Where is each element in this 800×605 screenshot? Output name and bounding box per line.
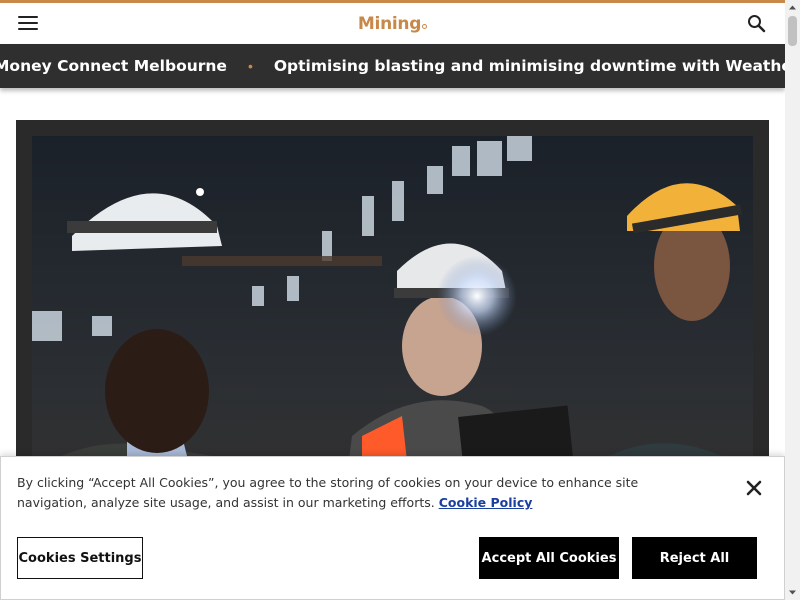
close-icon[interactable]: [745, 479, 763, 497]
logo-text: Mining: [357, 13, 422, 34]
cookie-banner-text: By clicking “Accept All Cookies”, you ag…: [17, 473, 707, 513]
ticker-separator: •: [247, 58, 253, 74]
accept-all-cookies-button[interactable]: Accept All Cookies: [479, 537, 619, 579]
site-logo[interactable]: Mining: [357, 13, 428, 34]
cookie-policy-link[interactable]: Cookie Policy: [439, 495, 533, 510]
news-ticker: Money Connect Melbourne • Optimising bla…: [0, 44, 785, 88]
site-header: Mining: [0, 3, 785, 44]
cookie-banner: By clicking “Accept All Cookies”, you ag…: [0, 456, 785, 600]
page-scrollbar[interactable]: [785, 0, 800, 600]
ticker-track: Money Connect Melbourne • Optimising bla…: [0, 44, 785, 88]
reject-all-button[interactable]: Reject All: [632, 537, 757, 579]
logo-dot-icon: [422, 23, 428, 29]
cookie-message: By clicking “Accept All Cookies”, you ag…: [17, 475, 639, 510]
scroll-down-arrow-icon[interactable]: [785, 585, 800, 600]
search-icon[interactable]: [747, 14, 767, 34]
hamburger-menu-icon[interactable]: [18, 16, 38, 31]
page-viewport: Mining Money Connect Melbourne • Optimis…: [0, 0, 785, 600]
scroll-up-arrow-icon[interactable]: [785, 0, 800, 15]
ticker-item[interactable]: Money Connect Melbourne: [0, 57, 227, 75]
cookies-settings-button[interactable]: Cookies Settings: [17, 537, 143, 579]
scrollbar-thumb[interactable]: [788, 16, 797, 46]
ticker-item[interactable]: Optimising blasting and minimising downt…: [274, 57, 785, 75]
